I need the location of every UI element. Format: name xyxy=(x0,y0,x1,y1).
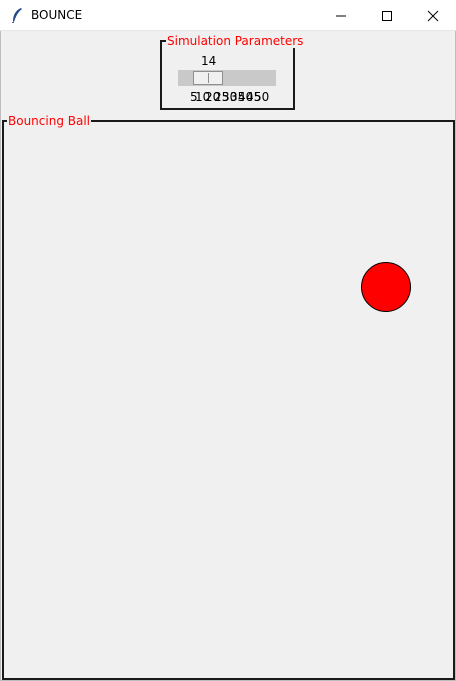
title-bar: BOUNCE xyxy=(0,0,456,31)
speed-slider-trough[interactable] xyxy=(178,70,276,86)
slider-value: 14 xyxy=(201,54,217,68)
bouncing-ball-group: Bouncing Ball xyxy=(2,114,455,680)
close-button[interactable] xyxy=(410,0,456,31)
minimize-button[interactable] xyxy=(318,0,364,31)
bouncing-ball-title: Bouncing Ball xyxy=(7,114,92,128)
speed-slider-handle[interactable] xyxy=(193,71,223,85)
maximize-icon xyxy=(382,10,392,21)
window-title: BOUNCE xyxy=(31,8,83,22)
maximize-button[interactable] xyxy=(364,0,410,31)
simulation-parameters-group: Simulation Parameters 14 5 10 20 25 30 3… xyxy=(160,34,305,110)
minimize-icon xyxy=(336,15,346,16)
simulation-parameters-title: Simulation Parameters xyxy=(166,34,305,48)
slider-tick: 50 xyxy=(254,90,270,104)
feather-icon xyxy=(10,7,24,24)
close-icon xyxy=(427,10,439,21)
ball xyxy=(361,262,411,312)
